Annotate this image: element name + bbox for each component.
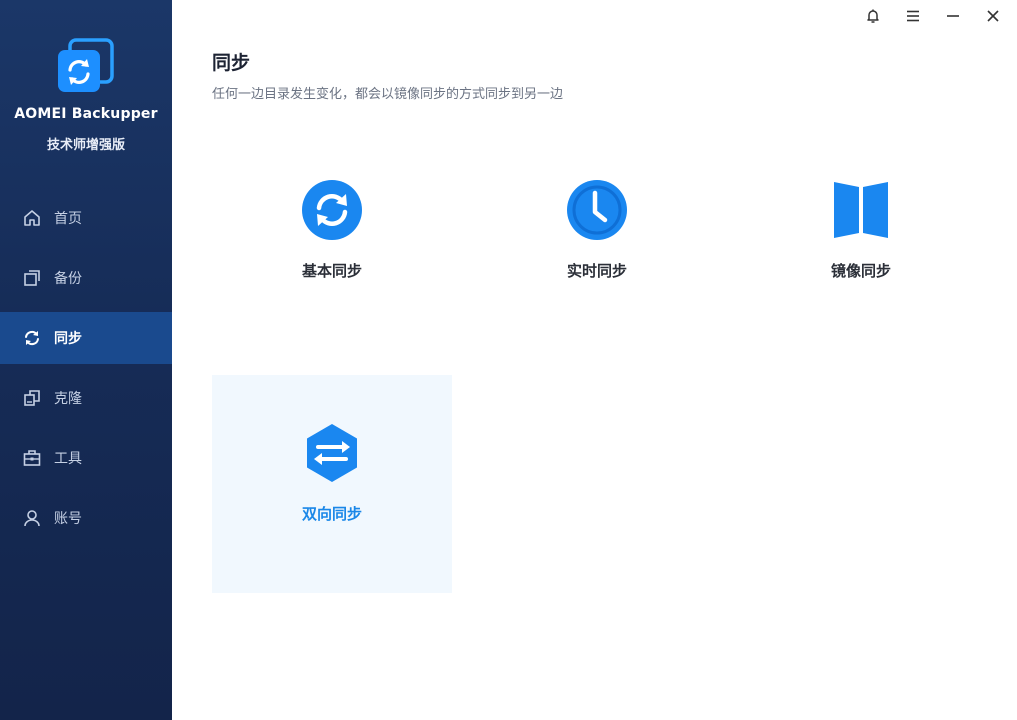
basic-sync-icon (300, 178, 364, 242)
app-name: AOMEI Backupper (14, 106, 158, 122)
close-icon (985, 8, 1001, 28)
sidebar-item-sync[interactable]: 同步 (0, 312, 172, 364)
page-description: 任何一边目录发生变化，都会以镜像同步的方式同步到另一边 (212, 87, 564, 102)
sidebar-item-label: 工具 (54, 451, 82, 467)
card-label: 基本同步 (301, 262, 362, 280)
sidebar: AOMEI Backupper 技术师增强版 首页 备份 同步 克隆 工具 账号 (0, 0, 172, 720)
card-label: 镜像同步 (830, 262, 891, 280)
close-button[interactable] (973, 6, 1013, 30)
two-way-sync-icon (300, 421, 364, 485)
backup-icon (22, 268, 42, 288)
notifications-button[interactable] (853, 6, 893, 30)
sidebar-item-label: 克隆 (54, 391, 82, 407)
sidebar-item-backup[interactable]: 备份 (0, 252, 172, 304)
sidebar-item-label: 同步 (54, 331, 82, 347)
minimize-button[interactable] (933, 6, 973, 30)
mirror-sync-icon (829, 178, 893, 242)
home-icon (22, 208, 42, 228)
tools-icon (22, 448, 42, 468)
realtime-sync-clock-icon (565, 178, 629, 242)
minimize-icon (945, 8, 961, 28)
sidebar-item-home[interactable]: 首页 (0, 192, 172, 244)
card-label: 双向同步 (301, 505, 362, 523)
sidebar-item-tools[interactable]: 工具 (0, 432, 172, 484)
sidebar-item-account[interactable]: 账号 (0, 492, 172, 544)
bell-icon (865, 8, 881, 28)
card-label: 实时同步 (566, 262, 627, 280)
app-logo-icon (56, 38, 114, 94)
sidebar-item-label: 备份 (54, 271, 82, 287)
option-mirror-sync[interactable]: 镜像同步 (741, 156, 981, 374)
account-icon (22, 508, 42, 528)
sidebar-item-label: 账号 (54, 511, 82, 527)
sidebar-item-label: 首页 (54, 211, 82, 227)
page-title: 同步 (212, 52, 251, 74)
option-realtime-sync[interactable]: 实时同步 (477, 156, 717, 374)
sidebar-nav: 首页 备份 同步 克隆 工具 账号 (0, 192, 172, 552)
app-edition: 技术师增强版 (46, 138, 125, 153)
sync-icon (22, 328, 42, 348)
clone-icon (22, 388, 42, 408)
window-controls (853, 6, 1013, 30)
menu-button[interactable] (893, 6, 933, 30)
sidebar-item-clone[interactable]: 克隆 (0, 372, 172, 424)
option-two-way-sync[interactable]: 双向同步 (212, 375, 452, 593)
menu-icon (905, 8, 921, 28)
option-basic-sync[interactable]: 基本同步 (212, 156, 452, 374)
